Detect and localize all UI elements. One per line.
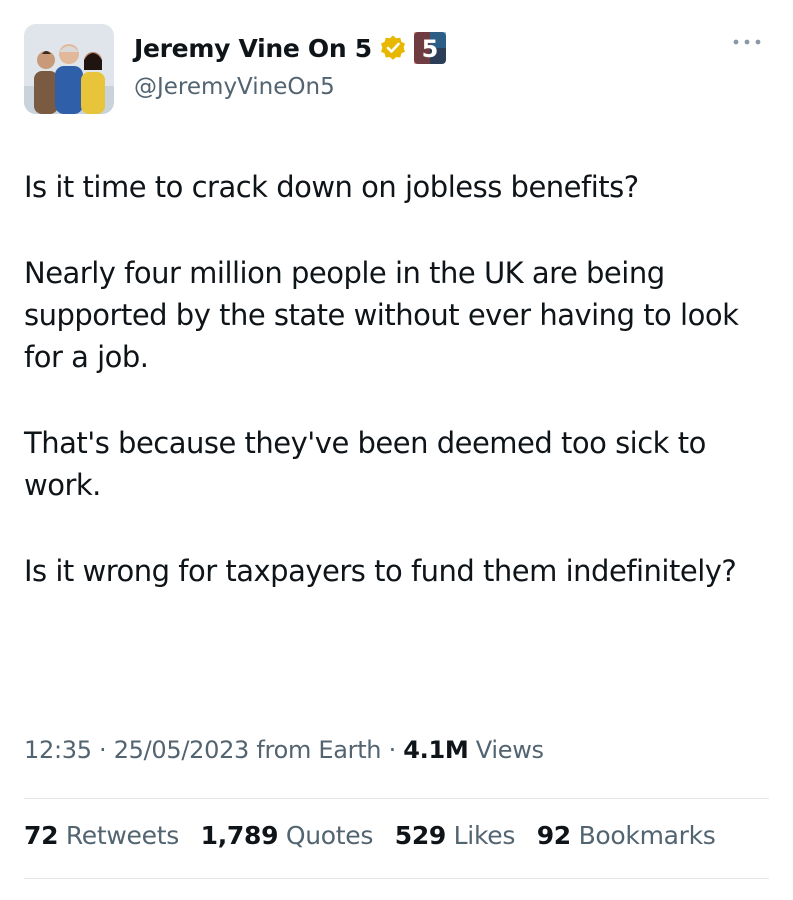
tweet-date[interactable]: 25/05/2023	[114, 736, 250, 764]
tweet-card: Jeremy Vine On 5 5 @JeremyVineOn5 Is it …	[0, 0, 793, 900]
retweets-label: Retweets	[65, 821, 179, 850]
meta-separator: ·	[99, 736, 114, 764]
display-name[interactable]: Jeremy Vine On 5	[134, 34, 372, 63]
avatar[interactable]	[24, 24, 114, 114]
divider	[24, 878, 769, 879]
channel5-logo-text: 5	[422, 35, 439, 63]
bookmarks-label: Bookmarks	[578, 821, 716, 850]
verified-badge-icon[interactable]	[379, 34, 407, 62]
presenters-photo-icon	[24, 24, 114, 114]
quotes-count: 1,789	[200, 821, 279, 850]
tweet-paragraph: Is it wrong for taxpayers to fund them i…	[24, 554, 737, 588]
more-options-button[interactable]	[729, 30, 765, 54]
author-handle[interactable]: @JeremyVineOn5	[134, 74, 335, 100]
tweet-source: from Earth	[256, 736, 381, 764]
views-label: Views	[475, 736, 544, 764]
tweet-text: Is it time to crack down on jobless bene…	[24, 166, 774, 636]
retweets-count: 72	[24, 821, 59, 850]
tweet-source-label: from Earth	[256, 736, 382, 764]
bookmarks-count: 92	[536, 821, 572, 850]
likes-count: 529	[394, 821, 447, 850]
tweet-paragraph: Nearly four million people in the UK are…	[24, 256, 739, 374]
quotes-stat[interactable]: 1,789 Quotes	[200, 821, 374, 850]
author-name-row: Jeremy Vine On 5 5	[134, 32, 446, 64]
tweet-paragraph: That's because they've been deemed too s…	[24, 426, 706, 502]
views-count: 4.1M	[403, 736, 469, 764]
likes-label: Likes	[453, 821, 516, 850]
engagement-stats: 72 Retweets 1,789 Quotes 529 Likes 92 Bo…	[24, 821, 730, 850]
tweet-paragraph: Is it time to crack down on jobless bene…	[24, 170, 639, 204]
channel5-logo-icon: 5	[413, 32, 446, 64]
divider	[24, 798, 769, 799]
more-dots-icon	[733, 39, 761, 45]
likes-stat[interactable]: 529 Likes	[394, 821, 516, 850]
retweets-stat[interactable]: 72 Retweets	[24, 821, 179, 850]
bookmarks-stat[interactable]: 92 Bookmarks	[537, 821, 716, 850]
tweet-time[interactable]: 12:35	[24, 736, 92, 764]
quotes-label: Quotes	[285, 821, 374, 850]
meta-separator: ·	[388, 736, 404, 764]
tweet-meta: 12:35 · 25/05/2023 from Earth · 4.1M Vie…	[24, 736, 544, 764]
